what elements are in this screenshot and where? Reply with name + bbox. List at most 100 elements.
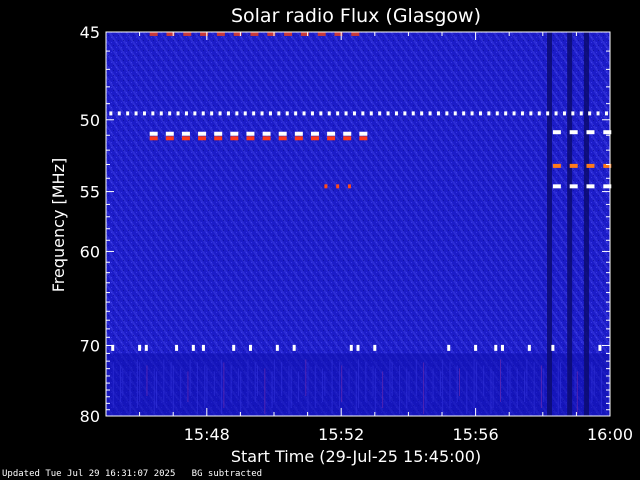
interference-mark bbox=[546, 111, 550, 116]
interference-mark bbox=[344, 111, 348, 116]
update-footer: Updated Tue Jul 29 16:31:07 2025 BG subt… bbox=[2, 469, 263, 479]
y-tick-label: 80 bbox=[80, 407, 100, 426]
interference-mark bbox=[586, 130, 595, 135]
interference-mark bbox=[361, 111, 365, 116]
interference-mark bbox=[327, 131, 336, 136]
interference-mark bbox=[359, 136, 368, 141]
interference-mark bbox=[262, 136, 271, 141]
interference-mark bbox=[277, 111, 281, 116]
interference-mark bbox=[268, 111, 272, 116]
interference-mark bbox=[310, 136, 319, 141]
interference-mark bbox=[198, 136, 207, 141]
interference-mark bbox=[552, 130, 561, 135]
interference-mark bbox=[310, 131, 319, 136]
y-tick-label: 45 bbox=[80, 23, 100, 42]
y-tick-label: 55 bbox=[80, 183, 100, 202]
bright-spot bbox=[292, 344, 296, 351]
interference-mark bbox=[168, 111, 172, 116]
bright-spot bbox=[175, 344, 179, 351]
interference-mark bbox=[201, 111, 205, 116]
interference-mark bbox=[184, 111, 188, 116]
interference-mark bbox=[552, 163, 561, 168]
interference-mark bbox=[420, 111, 424, 116]
interference-mark bbox=[260, 111, 264, 116]
interference-mark bbox=[569, 184, 578, 189]
interference-mark bbox=[604, 111, 608, 116]
interference-mark bbox=[487, 111, 491, 116]
interference-mark bbox=[285, 111, 289, 116]
bright-spot bbox=[447, 344, 451, 351]
interference-mark bbox=[470, 111, 474, 116]
interference-mark bbox=[134, 111, 138, 116]
bright-spot bbox=[474, 344, 478, 351]
interference-mark bbox=[149, 131, 158, 136]
y-tick-label: 50 bbox=[80, 111, 100, 130]
interference-mark bbox=[193, 111, 197, 116]
interference-mark bbox=[149, 136, 158, 141]
interference-mark bbox=[278, 131, 287, 136]
interference-mark bbox=[327, 111, 331, 116]
interference-mark bbox=[142, 111, 146, 116]
interference-mark bbox=[571, 111, 575, 116]
interference-mark bbox=[226, 111, 230, 116]
interference-mark bbox=[246, 131, 255, 136]
interference-mark bbox=[394, 111, 398, 116]
interference-mark bbox=[478, 111, 482, 116]
bright-spot bbox=[275, 344, 279, 351]
interference-mark bbox=[495, 111, 499, 116]
interference-mark bbox=[411, 111, 415, 116]
interference-mark bbox=[324, 184, 328, 189]
x-tick-label: 15:48 bbox=[184, 425, 230, 444]
dark-column bbox=[583, 32, 589, 416]
interference-mark bbox=[165, 136, 174, 141]
interference-mark bbox=[554, 111, 558, 116]
y-axis-label: Frequency [MHz] bbox=[49, 158, 68, 292]
interference-mark bbox=[596, 111, 600, 116]
interference-mark bbox=[453, 111, 457, 116]
interference-mark bbox=[552, 184, 561, 189]
interference-mark bbox=[512, 111, 516, 116]
interference-mark bbox=[579, 111, 583, 116]
interference-mark bbox=[520, 111, 524, 116]
interference-mark bbox=[310, 111, 314, 116]
interference-mark bbox=[294, 131, 303, 136]
interference-mark bbox=[462, 111, 466, 116]
interference-mark bbox=[302, 111, 306, 116]
interference-mark bbox=[214, 136, 223, 141]
dark-column bbox=[567, 32, 573, 416]
interference-mark bbox=[218, 111, 222, 116]
x-tick-label: 15:52 bbox=[318, 425, 364, 444]
interference-mark bbox=[252, 111, 256, 116]
bright-spot bbox=[500, 344, 504, 351]
plot-area bbox=[105, 31, 612, 416]
bright-spot bbox=[551, 344, 555, 351]
interference-mark bbox=[198, 131, 207, 136]
bright-spot bbox=[373, 344, 377, 351]
x-tick-label: 15:56 bbox=[453, 425, 499, 444]
bright-spot bbox=[138, 344, 142, 351]
interference-mark bbox=[117, 111, 121, 116]
interference-mark bbox=[181, 131, 190, 136]
dark-column bbox=[547, 32, 553, 416]
interference-mark bbox=[343, 131, 352, 136]
interference-mark bbox=[327, 136, 336, 141]
interference-mark bbox=[586, 163, 595, 168]
spectrogram-chart: 15:48 15:52 15:56 16:00 45 50 55 60 70 80 Solar r… bbox=[49, 5, 633, 466]
y-tick-label: 70 bbox=[80, 336, 100, 355]
y-tick-label: 60 bbox=[80, 242, 100, 261]
bright-spot bbox=[201, 344, 205, 351]
interference-mark bbox=[378, 111, 382, 116]
x-tick-label: 16:00 bbox=[587, 425, 633, 444]
bright-spot bbox=[598, 344, 602, 351]
interference-mark bbox=[436, 111, 440, 116]
interference-mark bbox=[284, 31, 293, 36]
interference-mark bbox=[569, 130, 578, 135]
interference-mark bbox=[351, 31, 360, 36]
interference-mark bbox=[569, 163, 578, 168]
interference-mark bbox=[246, 136, 255, 141]
interference-mark bbox=[181, 136, 190, 141]
interference-mark bbox=[359, 131, 368, 136]
bright-spot bbox=[527, 344, 531, 351]
bright-spot bbox=[144, 344, 148, 351]
interference-mark bbox=[183, 31, 192, 36]
